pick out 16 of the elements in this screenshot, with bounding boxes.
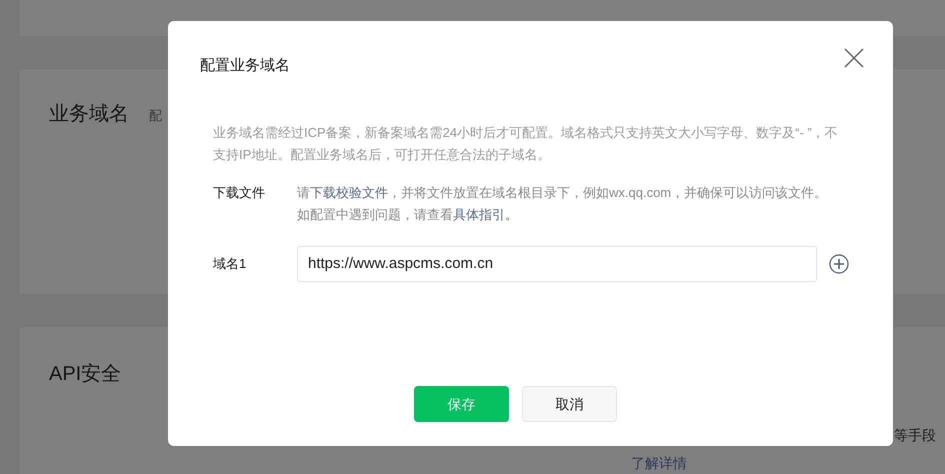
- details-link[interactable]: 了解详情: [631, 455, 687, 471]
- add-icon[interactable]: [829, 254, 849, 274]
- close-icon[interactable]: [843, 47, 865, 69]
- cancel-button[interactable]: 取消: [522, 386, 617, 422]
- field-label: 下载文件: [213, 184, 266, 202]
- description: 业务域名需经过ICP备案，新备案域名需24小时后才可配置。域名格式只支持英文大小写字母、数字及“- ”，不支持IP地址。配置业务域名后，可打开任意合法的子域名。: [213, 124, 839, 164]
- download-link[interactable]: 下载校验文件: [310, 184, 388, 200]
- guide-link[interactable]: 具体指引。: [453, 206, 518, 222]
- section-title: 业务域名: [49, 102, 129, 127]
- field-label: 域名1: [213, 254, 248, 273]
- domain-field[interactable]: https://www.aspcms.com.cn: [297, 246, 817, 282]
- download-instructions: 请下载校验文件，并将文件放置在域名根目录下，例如wx.qq.com，并确保可以访问该文件。如配置中遇到问题，请查看具体指引。: [297, 184, 828, 224]
- partial-text: 等手段: [894, 426, 936, 445]
- section-title: API安全: [49, 362, 122, 387]
- dialog-title: 配置业务域名: [200, 56, 290, 76]
- section-note: 配: [149, 107, 162, 125]
